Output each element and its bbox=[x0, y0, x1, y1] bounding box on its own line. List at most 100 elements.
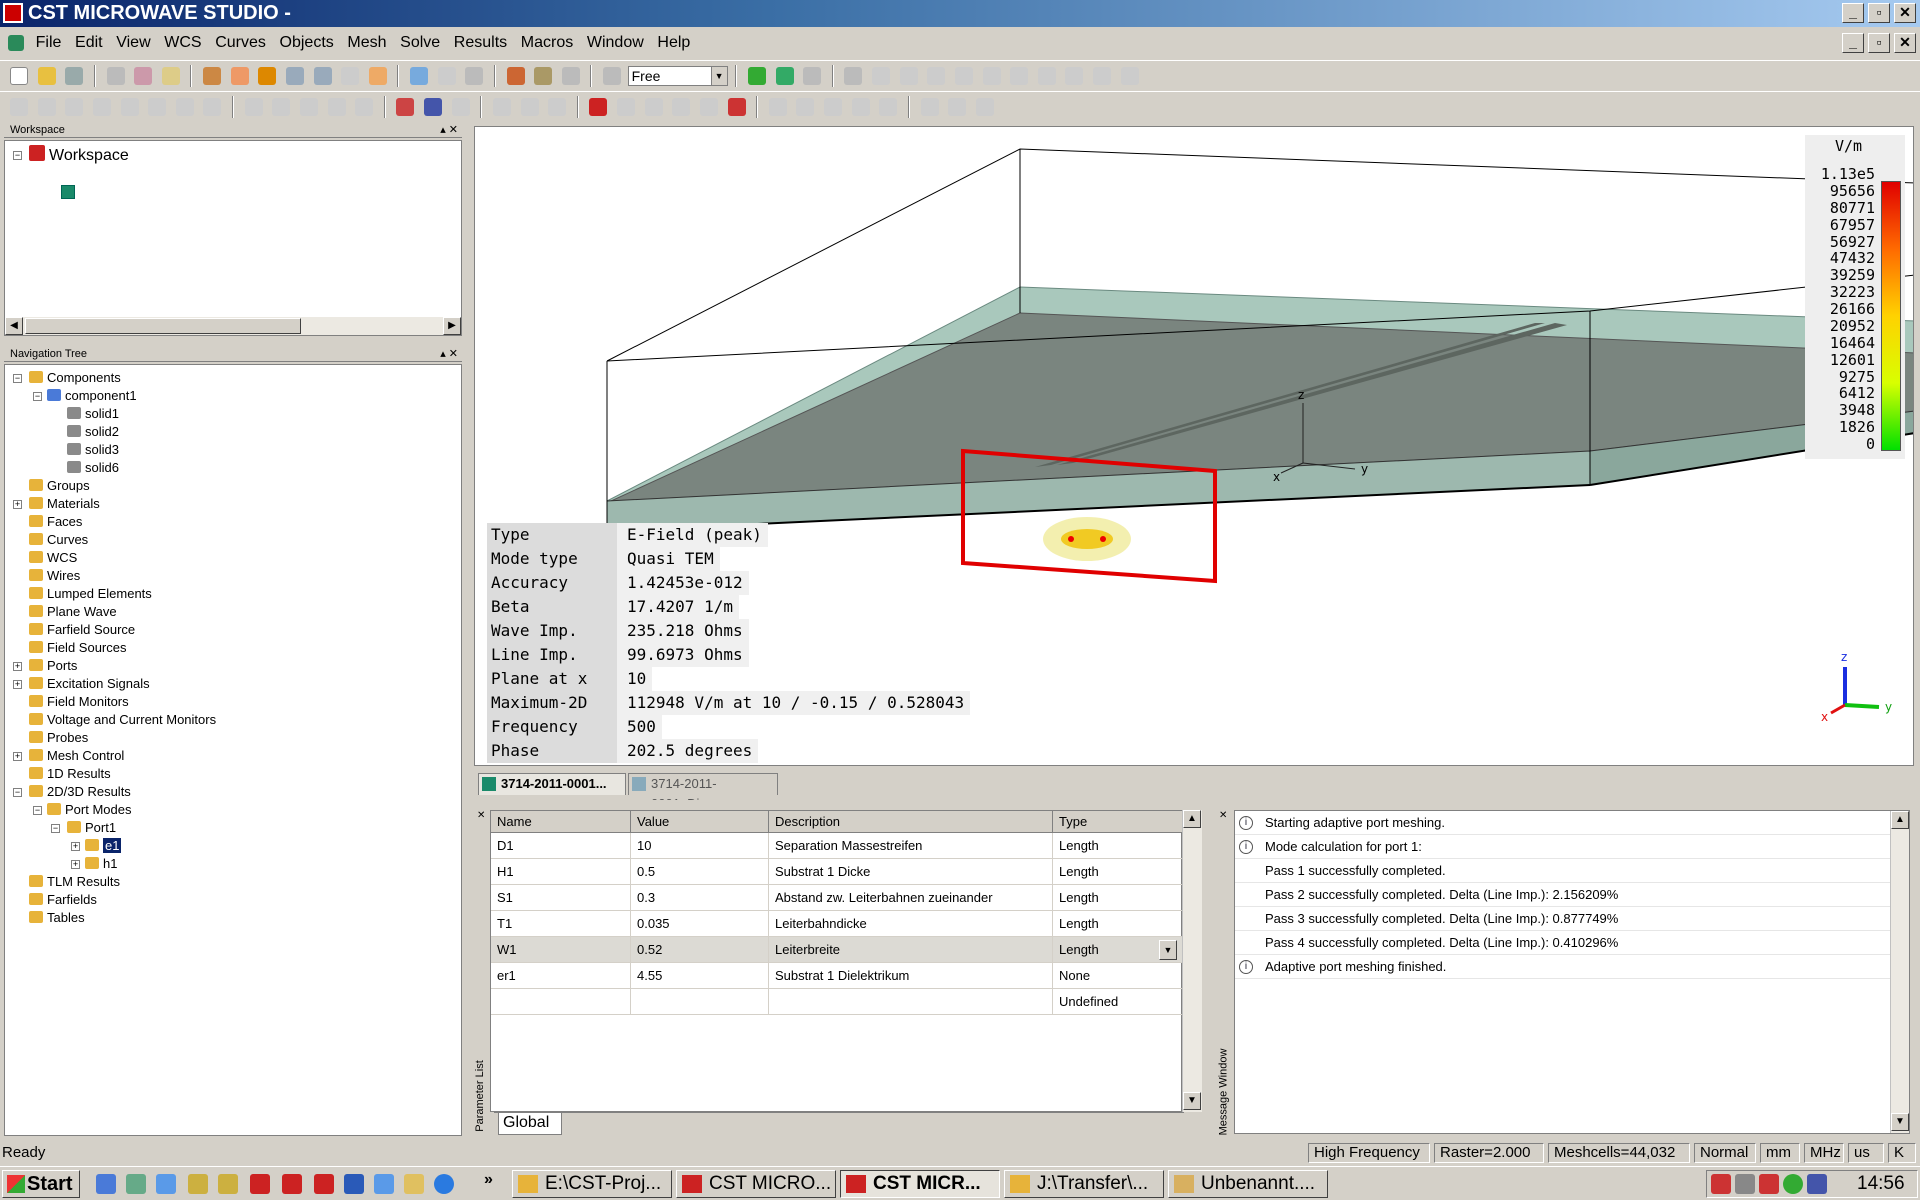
expander-icon[interactable]: − bbox=[13, 788, 22, 797]
tab-global[interactable]: Global bbox=[498, 1113, 562, 1135]
align-icon[interactable] bbox=[299, 98, 318, 116]
message-row[interactable]: Pass 4 successfully completed. Delta (Li… bbox=[1235, 931, 1890, 955]
brick-icon[interactable] bbox=[747, 67, 766, 85]
new-file-icon[interactable] bbox=[10, 67, 28, 85]
table-cell-desc[interactable]: Substrat 1 Dicke bbox=[769, 859, 1053, 885]
tree-item-e1[interactable]: e1 bbox=[85, 837, 122, 855]
tree-item-field-monitors[interactable]: Field Monitors bbox=[29, 693, 129, 711]
table-cell-type[interactable]: None bbox=[1053, 963, 1183, 989]
result-3d-icon[interactable] bbox=[824, 98, 842, 116]
farfield-icon[interactable] bbox=[879, 98, 898, 116]
scale-icon[interactable] bbox=[355, 98, 374, 116]
scroll-right-icon[interactable]: ▶ bbox=[443, 317, 461, 335]
menu-results[interactable]: Results bbox=[450, 30, 511, 56]
result-2d-icon[interactable] bbox=[796, 98, 815, 116]
tree-item-ports[interactable]: Ports bbox=[29, 657, 77, 675]
boolean-insert-icon[interactable] bbox=[92, 98, 111, 116]
tree-item-tables[interactable]: Tables bbox=[29, 909, 85, 927]
tree-item-groups[interactable]: Groups bbox=[29, 477, 90, 495]
cst-icon[interactable] bbox=[314, 1174, 334, 1194]
blend-icon[interactable] bbox=[1093, 67, 1111, 85]
expander-icon[interactable]: − bbox=[33, 806, 42, 815]
chamfer-icon[interactable] bbox=[1120, 67, 1139, 85]
table-cell-type[interactable]: Length bbox=[1053, 859, 1183, 885]
mode-select[interactable]: Free ▼ bbox=[627, 66, 728, 86]
project-file-icon[interactable] bbox=[61, 185, 75, 199]
doc-minimize-button[interactable]: _ bbox=[1842, 33, 1864, 53]
parameter-scrollbar[interactable]: ▲ ▼ bbox=[1182, 810, 1202, 1112]
cube-view-icon[interactable] bbox=[465, 67, 484, 85]
doc-tab-project[interactable]: 3714-2011-0001... bbox=[478, 773, 626, 795]
panel-close-icon[interactable]: ▴ ✕ bbox=[440, 122, 458, 138]
rectangle-icon[interactable] bbox=[982, 67, 1001, 85]
task-button-cst-1[interactable]: CST MICRO... bbox=[676, 1170, 836, 1198]
line-icon[interactable] bbox=[872, 67, 890, 85]
message-row[interactable]: i Mode calculation for port 1: bbox=[1235, 835, 1890, 859]
task-button-paint[interactable]: Unbenannt.... bbox=[1168, 1170, 1328, 1198]
boolean-intersect-icon[interactable] bbox=[65, 98, 84, 116]
zoom-area-icon[interactable] bbox=[313, 67, 332, 85]
tree-item-h1[interactable]: h1 bbox=[85, 855, 117, 873]
pick-edge-icon[interactable] bbox=[534, 67, 553, 85]
import-icon[interactable] bbox=[948, 98, 967, 116]
table-cell-desc[interactable]: Leiterbahndicke bbox=[769, 911, 1053, 937]
doc-tab-dialog[interactable]: 3714-2011-0001_Di... bbox=[628, 773, 778, 811]
frequency-icon[interactable] bbox=[617, 98, 635, 116]
message-row[interactable]: Pass 2 successfully completed. Delta (Li… bbox=[1235, 883, 1890, 907]
pick-point-icon[interactable] bbox=[506, 67, 525, 85]
rotate-view-icon[interactable] bbox=[203, 67, 221, 85]
tree-item-solid3[interactable]: solid3 bbox=[67, 441, 119, 459]
report-icon[interactable] bbox=[975, 98, 994, 116]
document-icon[interactable] bbox=[8, 35, 24, 51]
table-cell-name[interactable]: T1 bbox=[491, 911, 631, 937]
shape-icon[interactable] bbox=[1037, 67, 1056, 85]
internet-explorer-icon[interactable] bbox=[434, 1174, 454, 1194]
task-button-explorer[interactable]: E:\CST-Proj... bbox=[512, 1170, 672, 1198]
background-icon[interactable] bbox=[548, 98, 567, 116]
scroll-down-icon[interactable]: ▼ bbox=[1891, 1113, 1909, 1131]
rotate-icon[interactable] bbox=[203, 98, 222, 116]
tray-icon[interactable] bbox=[1759, 1174, 1779, 1194]
table-cell-desc[interactable]: Separation Massestreifen bbox=[769, 833, 1053, 859]
message-scrollbar[interactable]: ▲ ▼ bbox=[1890, 811, 1909, 1133]
expander-icon[interactable]: + bbox=[13, 680, 22, 689]
menu-curves[interactable]: Curves bbox=[211, 30, 270, 56]
expander-icon[interactable]: − bbox=[13, 151, 22, 160]
extrude-icon[interactable] bbox=[175, 98, 194, 116]
table-cell-name[interactable]: W1 bbox=[491, 937, 631, 963]
table-row[interactable]: er1 4.55 Substrat 1 Dielektrikum None bbox=[491, 963, 1183, 989]
table-cell-type[interactable]: Length bbox=[1053, 911, 1183, 937]
tree-item-solid1[interactable]: solid1 bbox=[67, 405, 119, 423]
table-row[interactable]: W1 0.52 Leiterbreite Length ▼ bbox=[491, 937, 1183, 963]
discrete-port-icon[interactable] bbox=[451, 98, 470, 116]
table-cell-name[interactable]: S1 bbox=[491, 885, 631, 911]
tree-item-farfields[interactable]: Farfields bbox=[29, 891, 97, 909]
quicklaunch-icon[interactable] bbox=[156, 1174, 176, 1194]
column-header-type[interactable]: Type bbox=[1053, 811, 1183, 833]
expander-icon[interactable]: + bbox=[13, 752, 22, 761]
parameter-grid[interactable]: Name Value Description Type D1 10 Separation M… bbox=[490, 810, 1183, 1112]
reset-view-icon[interactable] bbox=[341, 67, 360, 85]
table-row[interactable]: D1 10 Separation Massestreifen Length bbox=[491, 833, 1183, 859]
cst-icon[interactable] bbox=[250, 1174, 270, 1194]
transform-icon[interactable] bbox=[844, 67, 863, 85]
table-cell-type[interactable]: Length bbox=[1053, 885, 1183, 911]
column-header-description[interactable]: Description bbox=[769, 811, 1053, 833]
menu-window[interactable]: Window bbox=[583, 30, 648, 56]
scroll-up-icon[interactable]: ▲ bbox=[1183, 810, 1201, 828]
menu-objects[interactable]: Objects bbox=[276, 30, 338, 56]
tree-item-faces[interactable]: Faces bbox=[29, 513, 82, 531]
grid-icon[interactable] bbox=[437, 67, 456, 85]
spin-icon[interactable] bbox=[230, 67, 249, 85]
scroll-left-icon[interactable]: ◀ bbox=[5, 317, 23, 335]
expander-icon[interactable]: − bbox=[51, 824, 60, 833]
app-icon[interactable] bbox=[3, 3, 23, 23]
tray-icon[interactable] bbox=[1711, 1174, 1731, 1194]
quicklaunch-icon[interactable] bbox=[404, 1174, 424, 1194]
save-icon[interactable] bbox=[65, 67, 84, 85]
maximize-button[interactable]: ▫ bbox=[1868, 3, 1890, 23]
expander-icon[interactable]: + bbox=[13, 662, 22, 671]
menu-macros[interactable]: Macros bbox=[517, 30, 577, 56]
port-icon[interactable] bbox=[396, 98, 415, 116]
symmetry-icon[interactable] bbox=[520, 98, 539, 116]
